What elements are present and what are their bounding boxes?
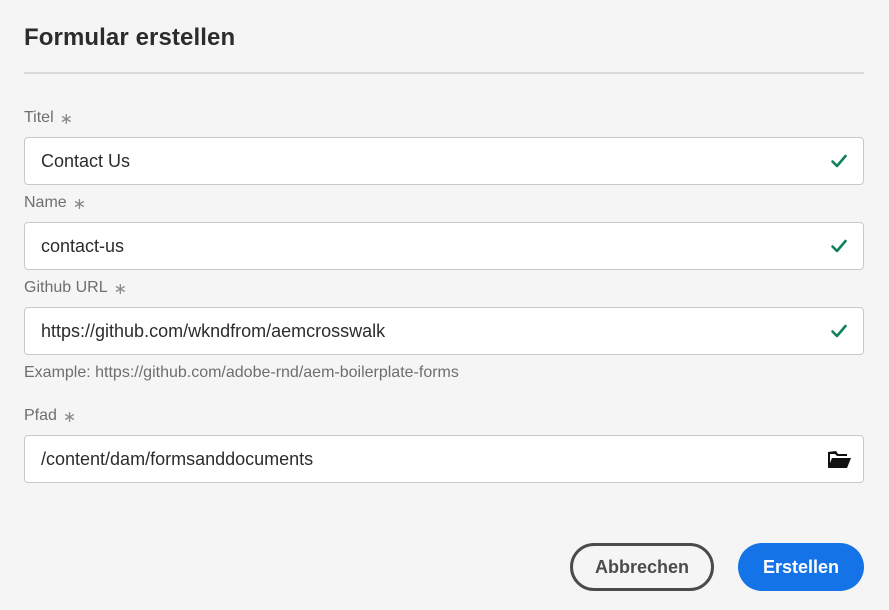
name-label: Name ∗ bbox=[24, 193, 86, 213]
title-divider bbox=[24, 72, 864, 74]
github-url-help-text: Example: https://github.com/adobe-rnd/ae… bbox=[24, 364, 459, 381]
title-label-text: Titel bbox=[24, 109, 54, 126]
github-url-input[interactable] bbox=[25, 308, 815, 354]
name-field[interactable] bbox=[24, 222, 864, 270]
dialog-title: Formular erstellen bbox=[24, 24, 236, 51]
path-field[interactable] bbox=[24, 435, 864, 483]
github-url-label-text: Github URL bbox=[24, 279, 108, 296]
checkmark-icon bbox=[815, 308, 863, 354]
required-asterisk: ∗ bbox=[59, 111, 74, 128]
title-input[interactable] bbox=[25, 138, 815, 184]
create-form-dialog: Formular erstellen Titel ∗ Name ∗ Github… bbox=[0, 0, 889, 610]
required-asterisk: ∗ bbox=[113, 281, 127, 298]
github-url-label: Github URL ∗ bbox=[24, 278, 127, 298]
required-asterisk: ∗ bbox=[72, 196, 87, 213]
folder-open-icon[interactable] bbox=[815, 436, 863, 482]
path-label: Pfad ∗ bbox=[24, 406, 76, 426]
create-button[interactable]: Erstellen bbox=[738, 543, 864, 591]
required-asterisk: ∗ bbox=[62, 409, 77, 426]
cancel-button[interactable]: Abbrechen bbox=[570, 543, 714, 591]
title-label: Titel ∗ bbox=[24, 108, 73, 128]
name-input[interactable] bbox=[25, 223, 815, 269]
name-label-text: Name bbox=[24, 194, 67, 211]
title-field[interactable] bbox=[24, 137, 864, 185]
github-url-field[interactable] bbox=[24, 307, 864, 355]
path-label-text: Pfad bbox=[24, 407, 57, 424]
path-input[interactable] bbox=[25, 436, 815, 482]
checkmark-icon bbox=[815, 138, 863, 184]
checkmark-icon bbox=[815, 223, 863, 269]
